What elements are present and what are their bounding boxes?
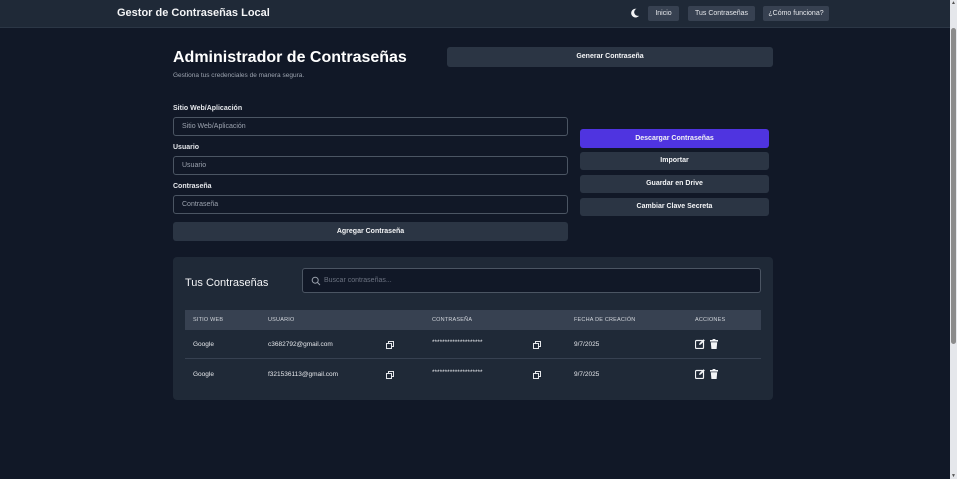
edit-icon[interactable] (695, 339, 705, 349)
site-label: Sitio Web/Aplicación (173, 105, 243, 112)
page-subtitle: Gestiona tus credenciales de manera segu… (173, 72, 305, 79)
page-title: Administrador de Contraseñas (173, 49, 407, 66)
column-user: USUARIO (268, 317, 295, 323)
search-placeholder: Buscar contraseñas... (324, 277, 392, 284)
search-input[interactable]: Buscar contraseñas... (302, 268, 761, 293)
row-user: c3682792@gmail.com (268, 341, 333, 348)
row-password: ******************** (432, 339, 483, 346)
nav-how-it-works-button[interactable]: ¿Cómo funciona? (763, 6, 829, 21)
nav-passwords-button[interactable]: Tus Contraseñas (688, 6, 755, 21)
change-secret-button[interactable]: Cambiar Clave Secreta (580, 198, 769, 216)
column-actions: ACCIONES (695, 317, 726, 323)
navbar: Gestor de Contraseñas Local Inicio Tus C… (0, 0, 950, 28)
scroll-down-arrow-icon[interactable]: ▼ (951, 473, 956, 479)
brand-title[interactable]: Gestor de Contraseñas Local (117, 7, 270, 19)
table-row: Google c3682792@gmail.com **************… (185, 330, 761, 359)
column-date: FECHA DE CREACIÓN (574, 317, 636, 323)
scroll-up-arrow-icon[interactable]: ▲ (951, 0, 956, 6)
delete-icon[interactable] (709, 339, 719, 349)
search-icon (311, 276, 321, 286)
copy-password-icon[interactable] (533, 341, 541, 349)
table-row: Google f321536113@gmail.com ************… (185, 360, 761, 389)
nav-inicio-button[interactable]: Inicio (648, 6, 679, 21)
row-site: Google (193, 341, 214, 348)
user-label: Usuario (173, 144, 200, 151)
column-password: CONTRASEÑA (432, 317, 473, 323)
passwords-panel: Tus Contraseñas Buscar contraseñas... SI… (173, 257, 773, 400)
table-header: SITIO WEB USUARIO CONTRASEÑA FECHA DE CR… (185, 310, 761, 330)
delete-icon[interactable] (709, 369, 719, 379)
copy-password-icon[interactable] (533, 371, 541, 379)
column-site: SITIO WEB (193, 317, 224, 323)
copy-user-icon[interactable] (386, 341, 394, 349)
row-user: f321536113@gmail.com (268, 371, 339, 378)
row-date: 9/7/2025 (574, 341, 600, 348)
download-passwords-button[interactable]: Descargar Contraseñas (580, 129, 769, 148)
moon-icon[interactable] (630, 8, 640, 18)
scroll-thumb[interactable] (951, 28, 956, 344)
row-date: 9/7/2025 (574, 371, 600, 378)
edit-icon[interactable] (695, 369, 705, 379)
generate-password-button[interactable]: Generar Contraseña (447, 47, 773, 67)
page-scrollbar[interactable]: ▲ ▼ (950, 0, 957, 479)
copy-user-icon[interactable] (386, 371, 394, 379)
password-input[interactable]: Contraseña (173, 195, 568, 214)
add-password-button[interactable]: Agregar Contraseña (173, 222, 568, 241)
password-label: Contraseña (173, 183, 212, 190)
passwords-title: Tus Contraseñas (185, 277, 269, 289)
site-input[interactable]: Sitio Web/Aplicación (173, 117, 568, 136)
row-password: ******************** (432, 369, 483, 376)
user-input[interactable]: Usuario (173, 156, 568, 175)
import-button[interactable]: Importar (580, 152, 769, 170)
row-site: Google (193, 371, 214, 378)
save-drive-button[interactable]: Guardar en Drive (580, 175, 769, 193)
